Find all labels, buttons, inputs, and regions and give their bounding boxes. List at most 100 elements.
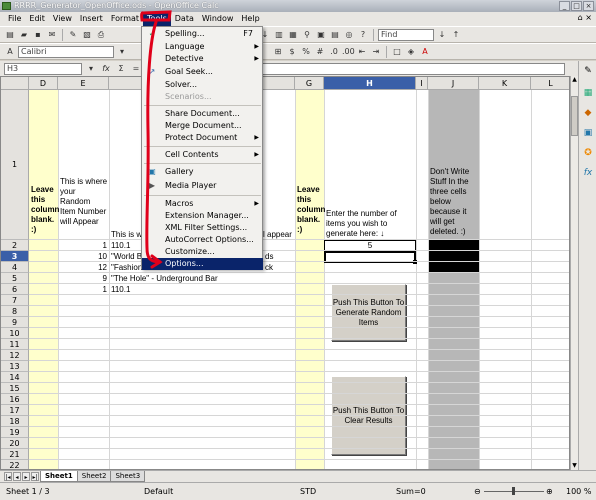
gallery-panel-icon[interactable]: ▣ — [582, 127, 594, 139]
row-header-6[interactable]: 6 — [1, 284, 29, 295]
row-header-10[interactable]: 10 — [1, 328, 29, 339]
gallery-toolbar-icon[interactable]: ▣ — [315, 29, 327, 41]
sheet-tab-2[interactable]: Sheet2 — [76, 471, 112, 482]
email-icon[interactable]: ✉ — [46, 29, 58, 41]
scroll-down-icon[interactable]: ▼ — [571, 462, 578, 470]
background-color-icon[interactable]: ◈ — [405, 46, 417, 58]
menu-tools[interactable]: Tools — [143, 12, 171, 26]
close-button[interactable]: × — [583, 1, 594, 11]
name-box-dropdown-icon[interactable]: ▾ — [85, 63, 97, 75]
menu-item-spelling[interactable]: ✓ Spelling... F7 — [142, 28, 263, 40]
menu-item-language[interactable]: Language ▶ — [142, 41, 263, 53]
find-replace-icon[interactable]: ⚲ — [301, 29, 313, 41]
row-header-19[interactable]: 19 — [1, 427, 29, 438]
sheet-tab-3[interactable]: Sheet3 — [110, 471, 146, 482]
column-header-i[interactable]: I — [416, 77, 428, 90]
selection-mode[interactable]: STD — [300, 487, 316, 496]
merge-cells-icon[interactable]: ⊞ — [272, 46, 284, 58]
zoom-icon[interactable]: ◎ — [343, 29, 355, 41]
menu-help[interactable]: Help — [237, 12, 263, 26]
column-header-d[interactable]: D — [29, 77, 58, 90]
row-header-22[interactable]: 22 — [1, 460, 29, 469]
styles-icon[interactable]: A — [4, 46, 16, 58]
edit-file-icon[interactable]: ✎ — [67, 29, 79, 41]
vertical-scrollbar[interactable]: ▲ ▼ — [570, 76, 578, 470]
row-header-5[interactable]: 5 — [1, 273, 29, 284]
menu-format[interactable]: Format — [107, 12, 143, 26]
row-header-3[interactable]: 3 — [1, 251, 29, 262]
menu-item-goal-seek[interactable]: ↗ Goal Seek... — [142, 66, 263, 78]
row-header-17[interactable]: 17 — [1, 405, 29, 416]
sheet-tab-1[interactable]: Sheet1 — [40, 471, 78, 482]
find-input[interactable]: Find — [378, 28, 434, 41]
generate-random-items-button[interactable]: Push This Button To Generate Random Item… — [331, 284, 406, 341]
datasources-icon[interactable]: ▤ — [329, 29, 341, 41]
menu-item-gallery[interactable]: ▣ Gallery — [142, 166, 263, 178]
row-header-7[interactable]: 7 — [1, 295, 29, 306]
zoom-level[interactable]: 100 % — [566, 487, 591, 496]
menu-item-merge-document[interactable]: Merge Document... — [142, 120, 263, 132]
function-wizard-icon[interactable]: fx — [100, 63, 112, 75]
pivot-icon[interactable]: ▦ — [287, 29, 299, 41]
scroll-up-icon[interactable]: ▲ — [571, 76, 578, 84]
menu-item-customize[interactable]: Customize... — [142, 246, 263, 258]
row-header-8[interactable]: 8 — [1, 306, 29, 317]
menu-view[interactable]: View — [49, 12, 76, 26]
row-header-13[interactable]: 13 — [1, 361, 29, 372]
borders-icon[interactable]: □ — [391, 46, 403, 58]
chart-icon[interactable]: ▥ — [273, 29, 285, 41]
standard-format-icon[interactable]: # — [314, 46, 326, 58]
row-header-18[interactable]: 18 — [1, 416, 29, 427]
menu-item-solver[interactable]: Solver... — [142, 79, 263, 91]
font-color-icon[interactable]: A — [419, 46, 431, 58]
prev-sheet-icon[interactable]: ◂ — [13, 472, 21, 481]
menu-item-media-player[interactable]: ▶ Media Player — [142, 180, 263, 192]
menu-insert[interactable]: Insert — [76, 12, 107, 26]
zoom-slider[interactable]: ⊖ ⊕ — [474, 487, 554, 496]
menu-item-extension-manager[interactable]: Extension Manager... — [142, 210, 263, 222]
menu-item-options[interactable]: Options... — [142, 258, 263, 270]
last-sheet-icon[interactable]: ▸| — [31, 472, 39, 481]
decrease-indent-icon[interactable]: ⇤ — [356, 46, 368, 58]
functions-panel-icon[interactable]: fx — [582, 167, 594, 179]
print-icon[interactable]: ⎙ — [95, 29, 107, 41]
menu-item-protect-document[interactable]: Protect Document ▶ — [142, 132, 263, 144]
row-header-4[interactable]: 4 — [1, 262, 29, 273]
row-header-9[interactable]: 9 — [1, 317, 29, 328]
find-next-icon[interactable]: ↓ — [436, 29, 448, 41]
save-icon[interactable]: ▪ — [32, 29, 44, 41]
row-header-12[interactable]: 12 — [1, 350, 29, 361]
next-sheet-icon[interactable]: ▸ — [22, 472, 30, 481]
page-style[interactable]: Default — [144, 487, 173, 496]
maximize-button[interactable]: □ — [571, 1, 582, 11]
menu-item-share-document[interactable]: Share Document... — [142, 108, 263, 120]
column-header-l[interactable]: L — [531, 77, 569, 90]
row-header-16[interactable]: 16 — [1, 394, 29, 405]
row-header-11[interactable]: 11 — [1, 339, 29, 350]
first-sheet-icon[interactable]: |◂ — [4, 472, 12, 481]
currency-icon[interactable]: $ — [286, 46, 298, 58]
row-header-15[interactable]: 15 — [1, 383, 29, 394]
cell-g1[interactable]: Leave this column blank. :) — [297, 185, 325, 235]
select-all-corner[interactable] — [1, 77, 29, 90]
menu-item-autocorrect-options[interactable]: AutoCorrect Options... — [142, 234, 263, 246]
column-header-h[interactable]: H — [324, 77, 416, 90]
row-header-2[interactable]: 2 — [1, 240, 29, 251]
menu-item-xml-filter-settings[interactable]: XML Filter Settings... — [142, 222, 263, 234]
pdf-icon[interactable]: ▧ — [81, 29, 93, 41]
column-header-k[interactable]: K — [479, 77, 531, 90]
row-header-14[interactable]: 14 — [1, 372, 29, 383]
add-decimal-icon[interactable]: .0 — [328, 46, 340, 58]
panel-menu-icon[interactable]: ✎ — [582, 65, 594, 77]
help-icon[interactable]: ? — [357, 29, 369, 41]
find-prev-icon[interactable]: ↑ — [450, 29, 462, 41]
cell-d1[interactable]: Leave this column blank. :) — [31, 185, 59, 235]
menu-data[interactable]: Data — [171, 12, 198, 26]
column-header-e[interactable]: E — [58, 77, 109, 90]
increase-indent-icon[interactable]: ⇥ — [370, 46, 382, 58]
spreadsheet-grid[interactable]: D E F G H I J K L Leave this column blan… — [0, 76, 570, 470]
styles-panel-icon[interactable]: ◆ — [582, 107, 594, 119]
row-header-1[interactable]: 1 — [1, 90, 29, 240]
percent-icon[interactable]: % — [300, 46, 312, 58]
close-document-icon[interactable]: ⌂ × — [578, 13, 592, 22]
